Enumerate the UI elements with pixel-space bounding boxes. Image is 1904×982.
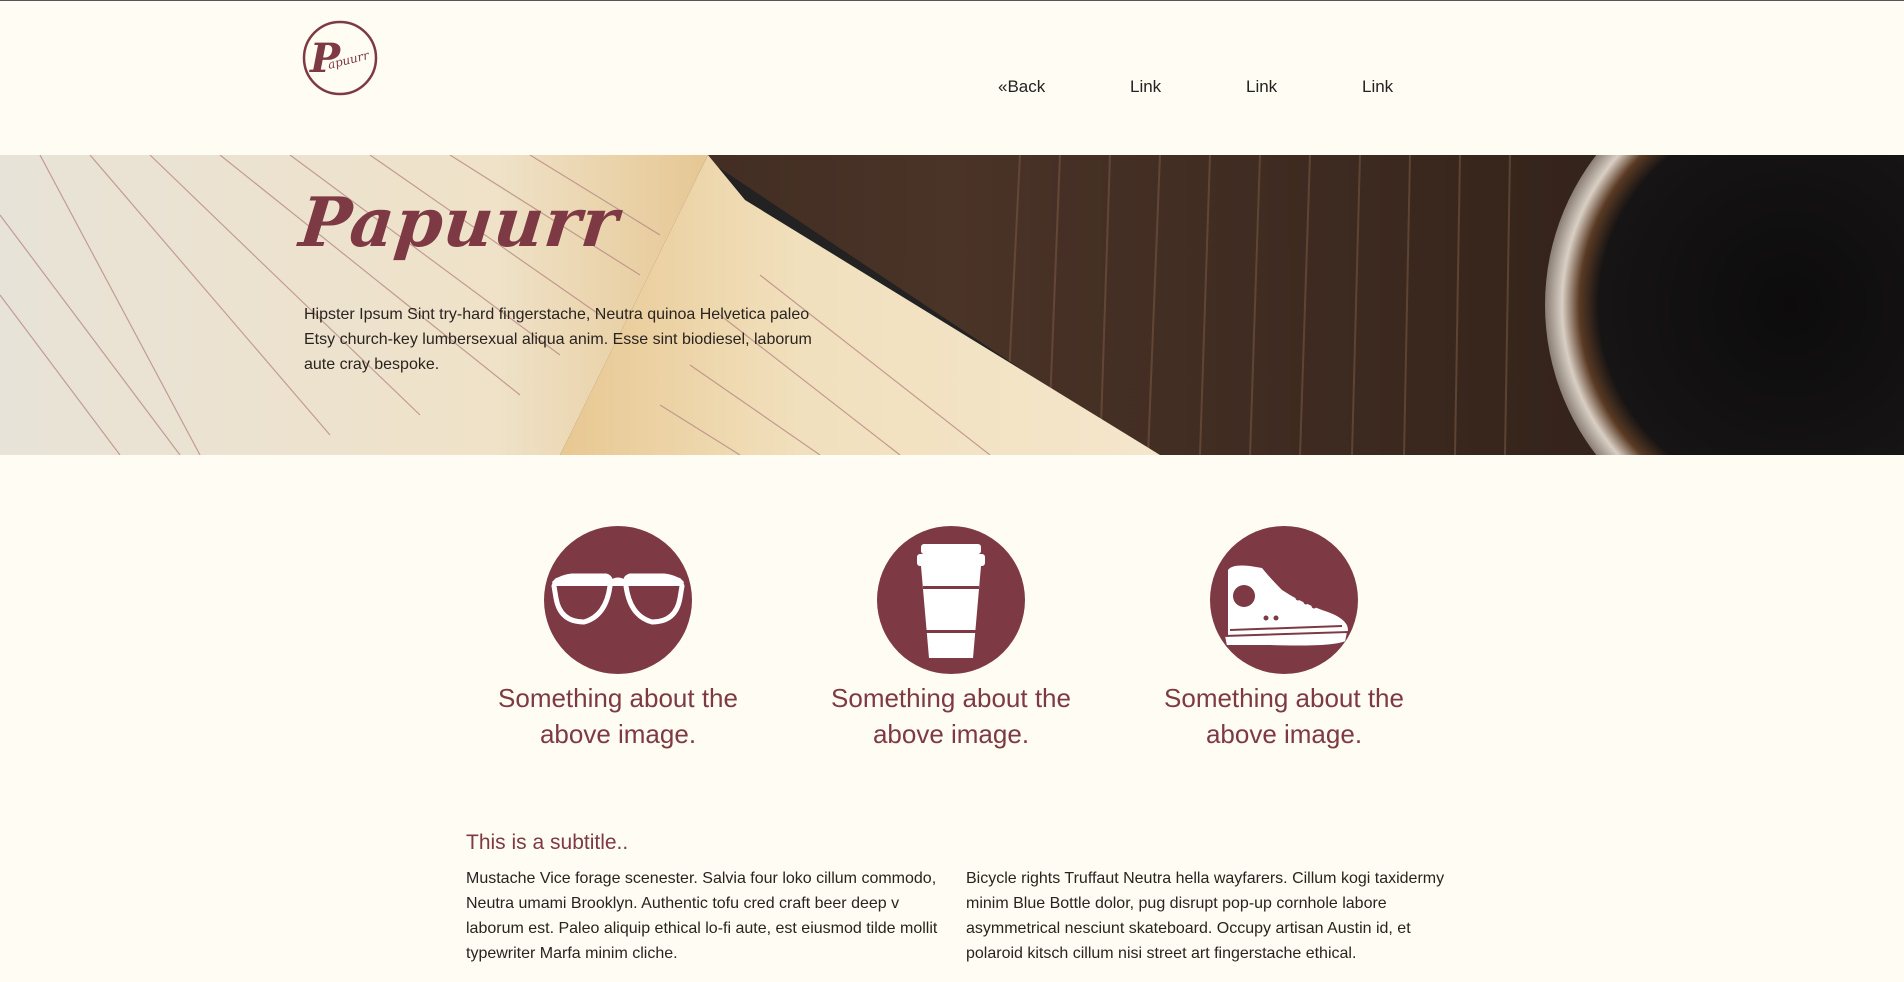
content-column-right: Bicycle rights Truffaut Neutra hella way… [966,870,1445,962]
hero-description: Hipster Ipsum Sint try-hard fingerstache… [304,306,812,373]
sneaker-icon [1222,565,1350,648]
section-subtitle: This is a subtitle.. [466,831,629,854]
feature-caption: Something about the above image. [498,683,738,749]
feature-caption: Something about the above image. [1164,683,1404,749]
coffee-cup-icon [917,544,985,658]
hero-banner [0,155,1904,455]
feature-card-glasses: Something about the above image. [488,526,748,752]
nav-link-1[interactable]: Link [1130,77,1161,97]
nav-link-3[interactable]: Link [1362,77,1393,97]
feature-icon-wrapper [1210,526,1358,674]
nav-back-link[interactable]: «Back [998,77,1045,97]
feature-card-coffee: Something about the above image. [821,526,1081,752]
feature-caption: Something about the above image. [831,683,1071,749]
feature-icon-wrapper [877,526,1025,674]
site-header: P apuurr «Back Link Link Link [0,1,1904,155]
hero-title: Papuurr [295,183,623,263]
main-nav: «Back Link Link Link [0,77,1904,101]
content-column-left: Mustache Vice forage scenester. Salvia f… [466,870,938,962]
feature-card-sneaker: Something about the above image. [1154,526,1414,752]
hero-background-image [0,155,1904,455]
nav-link-2[interactable]: Link [1246,77,1277,97]
glasses-icon [551,573,685,625]
feature-icon-wrapper [544,526,692,674]
